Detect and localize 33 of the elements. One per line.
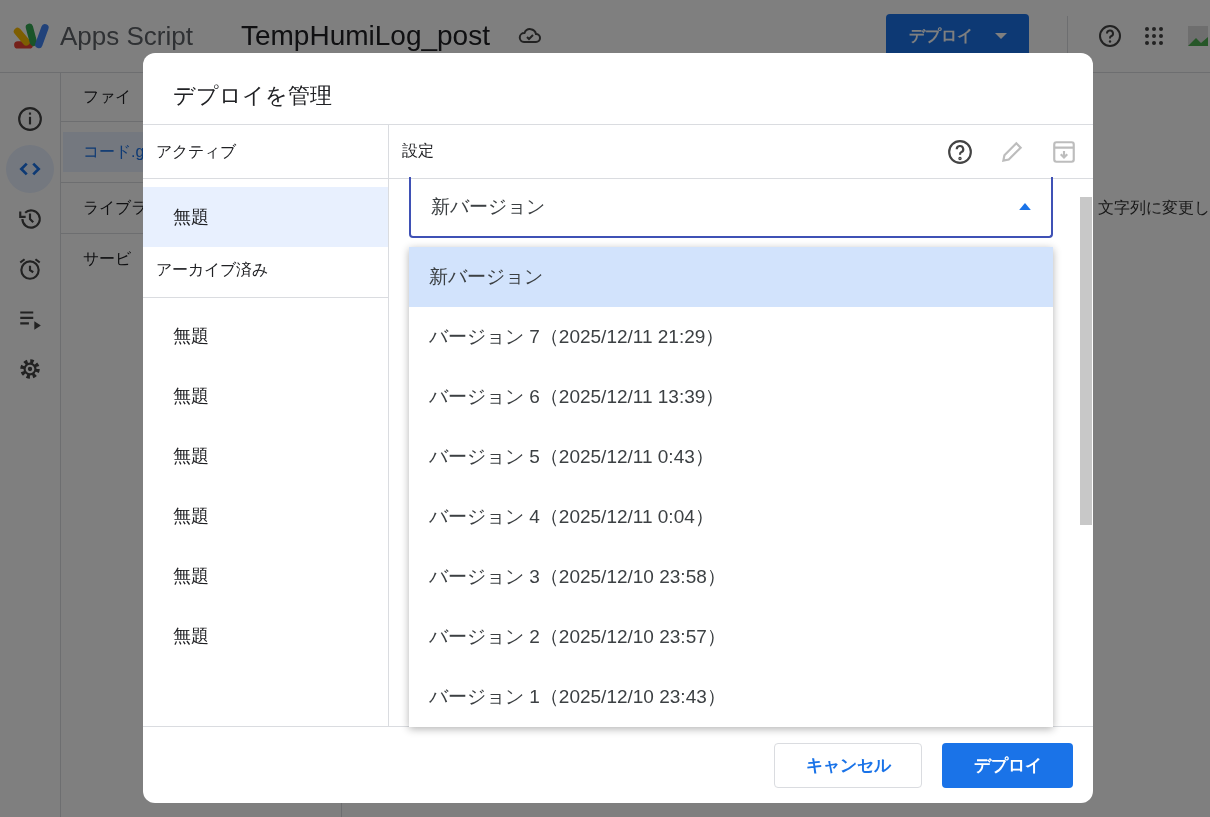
deployment-item[interactable]: 無題 [143,306,388,366]
version-option[interactable]: バージョン 4（2025/12/11 0:04） [409,487,1053,547]
settings-header: 設定 [402,141,434,161]
apps-grid-icon[interactable] [1142,24,1166,48]
version-option[interactable]: バージョン 2（2025/12/10 23:57） [409,607,1053,667]
cancel-button[interactable]: キャンセル [774,742,922,788]
code-comment: 文字列に変更し [1098,198,1210,218]
deployment-item[interactable]: 無題 [143,486,388,546]
version-option[interactable]: バージョン 5（2025/12/11 0:43） [409,427,1053,487]
deployment-item[interactable]: 無題 [143,426,388,486]
project-title[interactable]: TempHumiLog_post [240,20,490,52]
deployment-item[interactable]: 無題 [143,546,388,606]
deploy-button[interactable]: デプロイ [942,742,1073,788]
code-icon[interactable] [6,145,54,193]
version-option[interactable]: バージョン 3（2025/12/10 23:58） [409,547,1053,607]
deployment-item[interactable]: 無題 [143,366,388,426]
deployment-item[interactable]: 無題 [143,187,388,247]
caret-icon[interactable] [994,33,1007,39]
avatar-icon[interactable] [1186,24,1210,48]
version-option[interactable]: バージョン 1（2025/12/10 23:43） [409,667,1053,727]
app-name: Apps Script [60,20,193,52]
help-icon[interactable] [947,138,973,165]
caret-icon[interactable] [1019,203,1031,210]
dialog-title: デプロイを管理 [143,53,1093,125]
version-select[interactable]: 新バージョン [409,177,1053,238]
version-option[interactable]: バージョン 6（2025/12/11 13:39） [409,367,1053,427]
active-header: アクティブ [143,125,388,179]
scrollbar[interactable] [1080,197,1092,525]
archived-header: アーカイブ済み [143,247,388,298]
version-option[interactable]: バージョン 7（2025/12/11 21:29） [409,307,1053,367]
version-option[interactable]: 新バージョン [409,247,1053,307]
help-icon[interactable] [1098,24,1122,48]
deployment-item[interactable]: 無題 [143,606,388,666]
